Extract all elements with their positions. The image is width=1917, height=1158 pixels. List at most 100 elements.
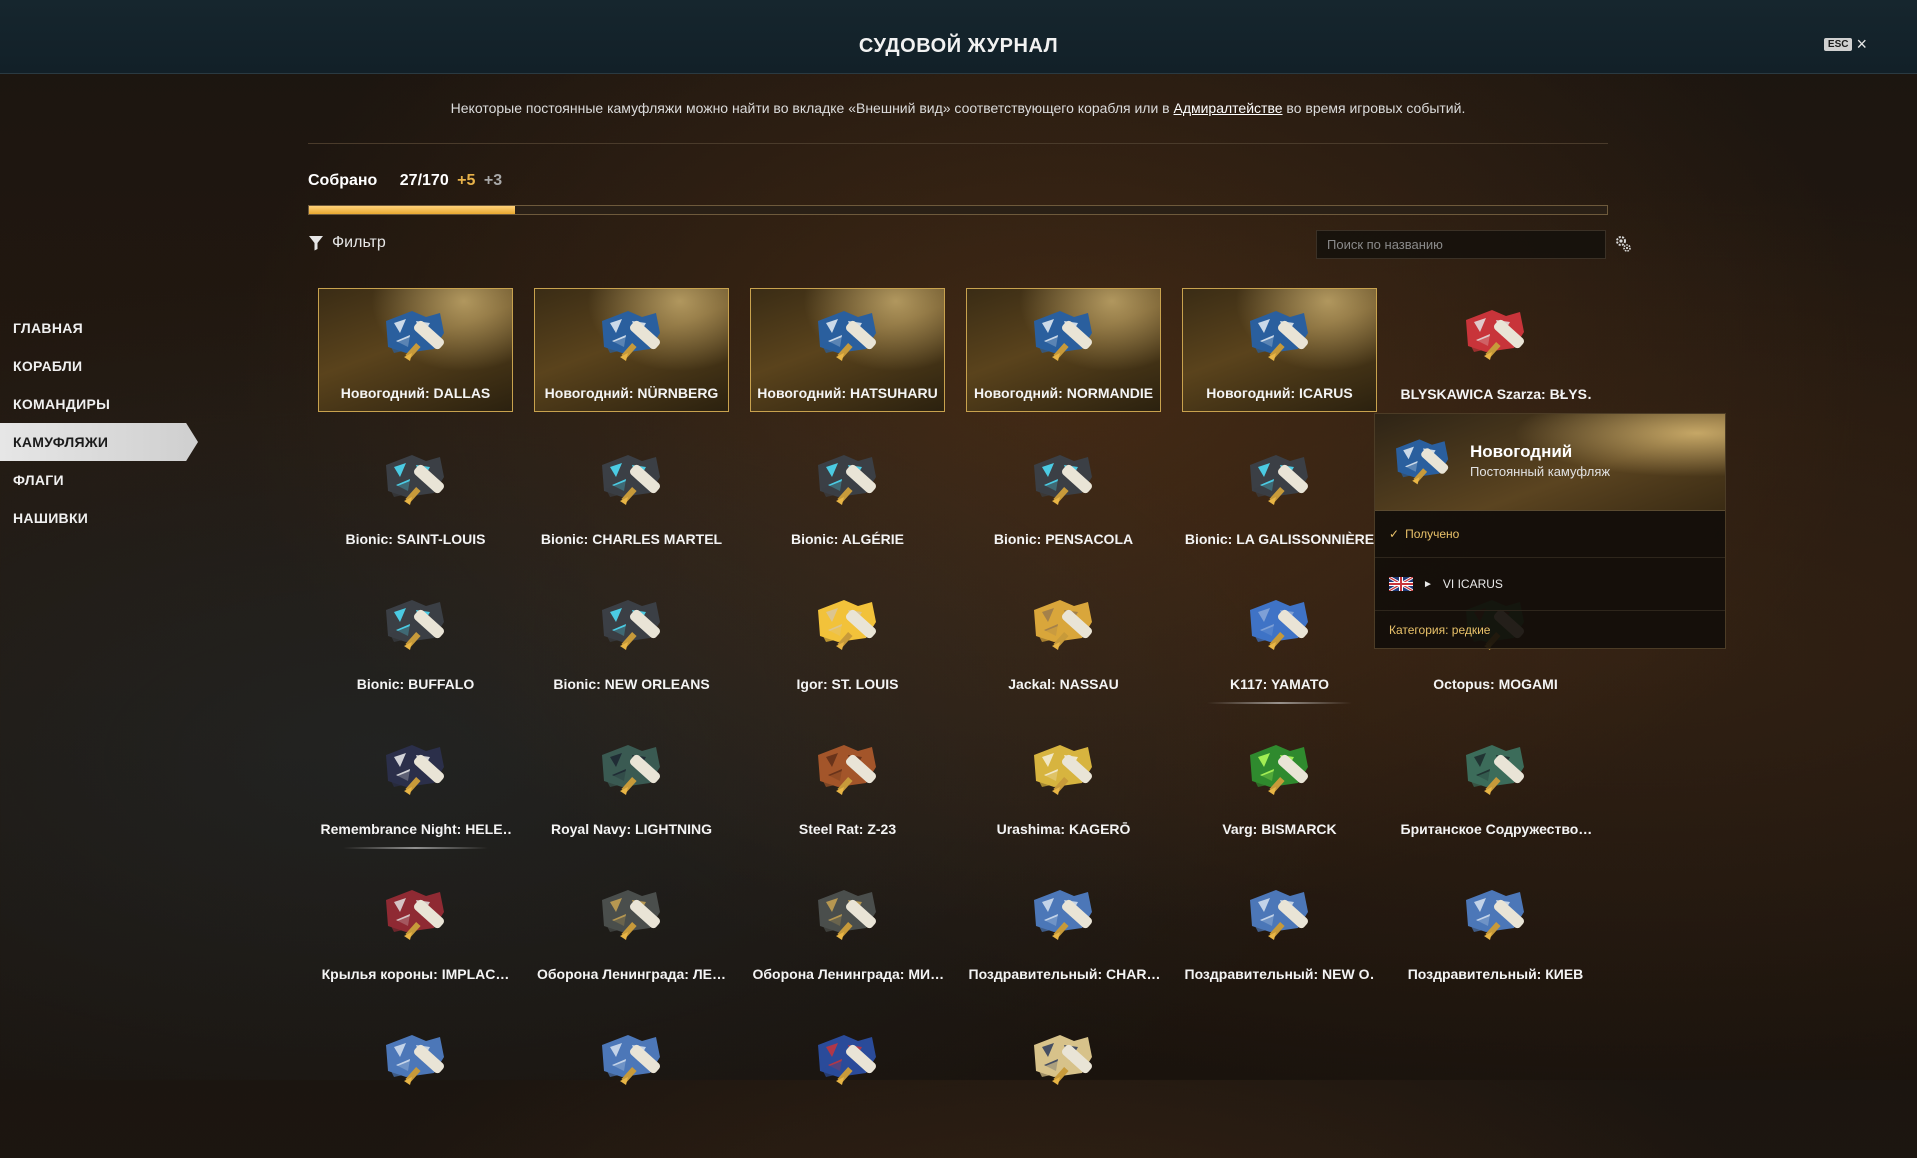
camouflage-name: Новогодний: NORMANDIE: [973, 385, 1154, 401]
tooltip-status: ✓ Получено: [1375, 511, 1725, 558]
camouflage-icon: [1249, 600, 1308, 650]
camouflage-icon: [1396, 439, 1449, 485]
camouflage-tile[interactable]: [318, 1013, 513, 1137]
collected-label: Собрано: [308, 172, 378, 189]
camouflage-icon: [1033, 1035, 1092, 1085]
info-text: Некоторые постоянные камуфляжи можно най…: [308, 100, 1608, 116]
camouflage-name: Поздравительный: NEW O…: [1184, 966, 1375, 982]
camouflage-tile[interactable]: Оборона Ленинграда: ЛЕ…: [534, 868, 729, 992]
grid-row: [318, 1013, 1618, 1137]
camouflage-icon: [1033, 455, 1092, 505]
camouflage-tile[interactable]: [750, 1013, 945, 1137]
camouflage-name: Bionic: ALGÉRIE: [790, 531, 905, 547]
grid-row: Крылья короны: IMPLAC… Оборона Ленинграда…: [318, 868, 1618, 992]
camouflage-tile[interactable]: Новогодний: ICARUS: [1182, 288, 1377, 412]
camouflage-tile[interactable]: Remembrance Night: HELE…: [318, 723, 513, 849]
camouflage-tile[interactable]: Поздравительный: NEW O…: [1182, 868, 1377, 992]
camouflage-tile[interactable]: Новогодний: NORMANDIE: [966, 288, 1161, 412]
camouflage-icon: [385, 745, 444, 795]
camouflage-name: Remembrance Night: HELE…: [320, 821, 511, 837]
tooltip-type: Постоянный камуфляж: [1470, 464, 1611, 479]
camouflage-name: Bionic: SAINT-LOUIS: [345, 531, 486, 547]
camouflage-name: BLYSKAWICA Szarza: BŁYS…: [1400, 386, 1591, 402]
camouflage-tile[interactable]: K117: YAMATO: [1182, 578, 1377, 704]
camouflage-name: Bionic: NEW ORLEANS: [553, 676, 710, 692]
camouflage-tile[interactable]: Новогодний: NÜRNBERG: [534, 288, 729, 412]
camouflage-tile[interactable]: Bionic: LA GALISSONNIÈRE: [1182, 433, 1377, 557]
camouflage-tile[interactable]: Британское Содружество…: [1398, 723, 1593, 847]
camouflage-tile[interactable]: BLYSKAWICA Szarza: BŁYS…: [1398, 288, 1593, 412]
camouflage-tile[interactable]: Bionic: PENSACOLA: [966, 433, 1161, 557]
camouflage-tile[interactable]: Bionic: CHARLES MARTEL: [534, 433, 729, 557]
info-text-after: во время игровых событий.: [1282, 100, 1466, 116]
camouflage-icon: [601, 455, 660, 505]
collected-counter: Собрано 27/170 +5 +3: [308, 172, 502, 190]
camouflage-icon: [1033, 745, 1092, 795]
sidebar-item[interactable]: КАМУФЛЯЖИ: [0, 423, 198, 461]
esc-key-badge: ESC: [1823, 37, 1853, 51]
camouflage-tile[interactable]: Jackal: NASSAU: [966, 578, 1161, 702]
sidebar-item[interactable]: ФЛАГИ: [0, 461, 200, 499]
grid-row: Новогодний: DALLAS Новогодний: NÜRNBERG Но…: [318, 288, 1618, 412]
sidebar-item[interactable]: НАШИВКИ: [0, 499, 200, 537]
camouflage-tile[interactable]: Новогодний: DALLAS: [318, 288, 513, 412]
camouflage-icon: [1465, 310, 1524, 360]
camouflage-icon: [1465, 890, 1524, 940]
camouflage-name: Поздравительный: CHAR…: [968, 966, 1159, 982]
grid-row: Remembrance Night: HELE… Royal Navy: LIGH…: [318, 723, 1618, 849]
camouflage-tile[interactable]: Поздравительный: CHAR…: [966, 868, 1161, 992]
camouflage-tooltip: Новогодний Постоянный камуфляж ✓ Получен…: [1374, 413, 1726, 649]
camouflage-tile[interactable]: Оборона Ленинграда: МИ…: [750, 868, 945, 992]
camouflage-tile[interactable]: Крылья короны: IMPLAC…: [318, 868, 513, 992]
camouflage-icon: [1249, 455, 1308, 505]
camouflage-tile[interactable]: Bionic: ALGÉRIE: [750, 433, 945, 557]
progress-fill: [309, 206, 516, 214]
admiralty-link[interactable]: Адмиралтействе: [1173, 100, 1282, 116]
search-input[interactable]: [1316, 230, 1606, 259]
camouflage-icon: [385, 1035, 444, 1085]
camouflage-tile[interactable]: Bionic: NEW ORLEANS: [534, 578, 729, 702]
filter-label: Фильтр: [332, 234, 386, 251]
camouflage-name: Igor: ST. LOUIS: [796, 676, 899, 692]
camouflage-name: Крылья короны: IMPLAC…: [321, 966, 510, 982]
tooltip-ship-name: VI ICARUS: [1442, 577, 1503, 591]
camouflage-tile[interactable]: Igor: ST. LOUIS: [750, 578, 945, 702]
camouflage-name: Jackal: NASSAU: [1008, 676, 1119, 692]
camouflage-tile[interactable]: [534, 1013, 729, 1137]
camouflage-tile[interactable]: Urashima: KAGERŌ: [966, 723, 1161, 847]
filter-icon: [309, 236, 323, 251]
camouflage-icon: [817, 1035, 876, 1085]
camouflage-tile[interactable]: Поздравительный: КИЕВ: [1398, 868, 1593, 992]
camouflage-icon: [1249, 890, 1308, 940]
filter-button[interactable]: Фильтр: [308, 234, 386, 252]
camouflage-tile[interactable]: Bionic: BUFFALO: [318, 578, 513, 702]
close-button[interactable]: ESC ×: [1823, 35, 1867, 53]
info-text-before: Некоторые постоянные камуфляжи можно най…: [450, 100, 1174, 116]
divider: [308, 143, 1608, 144]
camouflage-icon: [817, 455, 876, 505]
camouflage-tile[interactable]: Varg: BISMARCK: [1182, 723, 1377, 847]
camouflage-tile[interactable]: [966, 1013, 1161, 1137]
camouflage-icon: [601, 890, 660, 940]
camouflage-tile[interactable]: Steel Rat: Z-23: [750, 723, 945, 847]
collected-plus-other: +3: [483, 172, 503, 189]
camouflage-icon: [1033, 890, 1092, 940]
camouflage-icon: [1033, 311, 1092, 361]
camouflage-name: Bionic: CHARLES MARTEL: [540, 531, 723, 547]
gear-icon[interactable]: [1613, 234, 1633, 254]
collection-progress-bar: [308, 205, 1608, 215]
camouflage-tile[interactable]: Новогодний: HATSUHARU: [750, 288, 945, 412]
sidebar-item[interactable]: ГЛАВНАЯ: [0, 309, 200, 347]
tooltip-ship: ► VI ICARUS: [1375, 558, 1725, 611]
camouflage-name: Octopus: MOGAMI: [1433, 676, 1558, 692]
sidebar-item[interactable]: КОМАНДИРЫ: [0, 385, 200, 423]
sidebar-item[interactable]: КОРАБЛИ: [0, 347, 200, 385]
camouflage-tile[interactable]: Bionic: SAINT-LOUIS: [318, 433, 513, 557]
collected-count: 27/170: [399, 172, 449, 189]
camouflage-name: Новогодний: NÜRNBERG: [544, 385, 719, 401]
camouflage-tile[interactable]: Royal Navy: LIGHTNING: [534, 723, 729, 847]
tooltip-category: Категория: редкие: [1389, 623, 1491, 637]
camouflage-icon: [601, 311, 660, 361]
hover-underline: [1207, 702, 1352, 704]
top-bar: СУДОВОЙ ЖУРНАЛ ESC ×: [0, 0, 1917, 74]
